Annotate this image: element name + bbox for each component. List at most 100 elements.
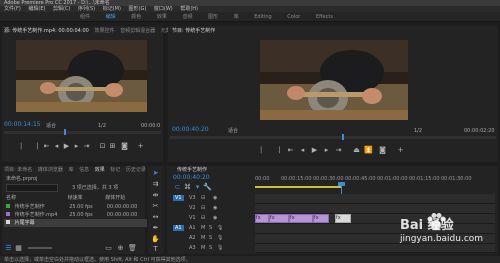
step-back-icon[interactable]: ◂ — [52, 142, 61, 150]
slip-tool-icon[interactable]: ↔ — [151, 213, 160, 221]
mute-button[interactable]: M — [201, 245, 205, 251]
mute-button[interactable]: M — [201, 225, 205, 231]
track-label[interactable]: A2 — [189, 235, 196, 241]
source-playhead[interactable] — [64, 129, 66, 135]
go-to-in-icon[interactable]: ⇤ — [286, 146, 295, 154]
video-clip[interactable]: fx — [255, 214, 269, 223]
go-to-in-icon[interactable]: ⇤ — [42, 142, 51, 150]
track-lane-v3[interactable] — [255, 194, 495, 204]
table-row-selected[interactable]: 片尾字幕 — [4, 219, 147, 227]
sync-lock-icon[interactable]: ⊟ — [201, 205, 205, 211]
audio-mixer-tab[interactable]: 音频剪辑混合器 — [120, 28, 155, 34]
info-tab[interactable]: 信息 — [79, 167, 89, 173]
project-tab[interactable]: 项目: 未命名 — [4, 167, 32, 173]
mic-icon[interactable]: 🎙 — [217, 225, 223, 231]
program-scrub-bar[interactable] — [170, 136, 496, 139]
video-clip[interactable]: fx — [269, 214, 289, 223]
linked-selection-icon[interactable]: ⌘ — [183, 183, 192, 191]
go-to-out-icon[interactable]: ⇥ — [334, 146, 343, 154]
pen-tool-icon[interactable]: ✒ — [151, 224, 160, 232]
track-label[interactable]: V2 — [189, 205, 196, 211]
program-timecode[interactable]: 00:00:40:20 — [172, 127, 209, 133]
go-to-out-icon[interactable]: ⇥ — [82, 142, 91, 150]
toggle-output-icon[interactable]: ◉ — [213, 195, 217, 201]
track-label[interactable]: A3 — [189, 245, 196, 251]
project-search-input[interactable] — [6, 184, 58, 192]
timeline-timecode[interactable]: 00:00:40:20 — [173, 175, 210, 181]
source-tab[interactable]: 源: 传统手艺制作.mp4: 00:00:04:00 — [4, 28, 89, 34]
solo-button[interactable]: S — [209, 225, 212, 231]
workspace-tab[interactable]: 图形 — [208, 14, 218, 20]
track-target-v1[interactable]: V1 — [173, 195, 184, 201]
wrench-icon[interactable]: 🔧 — [203, 183, 212, 191]
media-browser-tab[interactable]: 媒体浏览器 — [38, 167, 63, 173]
source-fit-select[interactable]: 适合 — [46, 123, 56, 129]
extract-icon[interactable]: ⏫ — [364, 146, 373, 154]
workspace-tab[interactable]: Color — [287, 14, 300, 20]
workspace-tab[interactable]: Editing — [254, 14, 271, 20]
insert-icon[interactable]: ⊡ — [98, 142, 107, 150]
add-button-icon[interactable]: + — [396, 146, 405, 154]
step-forward-icon[interactable]: ▸ — [72, 142, 81, 150]
workspace-tab-active[interactable]: 编辑 — [106, 14, 116, 20]
solo-button[interactable]: S — [209, 235, 212, 241]
list-view-icon[interactable]: ☰ — [4, 244, 13, 252]
mark-out-icon[interactable]: ⎹ — [30, 142, 39, 150]
effects-tab[interactable]: 效果 — [95, 167, 105, 173]
title-clip[interactable]: fx — [335, 214, 351, 223]
ripple-edit-icon[interactable]: ⇹ — [151, 191, 160, 199]
column-start[interactable]: 媒体开始 — [105, 195, 125, 201]
step-forward-icon[interactable]: ▸ — [322, 146, 331, 154]
new-bin-icon[interactable]: ▭ — [104, 244, 113, 252]
add-marker-icon[interactable]: ▾ — [193, 183, 202, 191]
column-name[interactable]: 名称 — [6, 195, 66, 201]
program-resolution-select[interactable]: 1/2 — [414, 128, 422, 134]
track-select-icon[interactable]: ⇉ — [151, 180, 160, 188]
track-label[interactable]: V1 — [189, 215, 196, 221]
timeline-ruler[interactable]: 00:00 00:00:15:00 00:00:30:00 00:00:45:0… — [255, 176, 495, 184]
mark-out-icon[interactable]: ⎹ — [272, 146, 281, 154]
effect-controls-tab[interactable]: 效果控件 — [94, 28, 114, 34]
camera-icon[interactable]: ◙ — [378, 146, 387, 154]
add-button-icon[interactable]: + — [136, 142, 145, 150]
markers-tab[interactable]: 标记 — [110, 167, 120, 173]
workspace-tab[interactable]: 库 — [234, 14, 239, 20]
sync-lock-icon[interactable]: ⊟ — [201, 195, 205, 201]
video-clip[interactable]: fx — [313, 214, 329, 223]
libraries-tab[interactable]: 库 — [68, 167, 73, 173]
mark-in-icon[interactable]: ⎸ — [260, 146, 269, 154]
workspace-tab[interactable]: 效果 — [157, 14, 167, 20]
track-label[interactable]: V3 — [189, 195, 196, 201]
track-target-a1[interactable]: A1 — [173, 225, 184, 231]
new-item-icon[interactable]: ⊕ — [116, 244, 125, 252]
workspace-tab[interactable]: 颜色 — [131, 14, 141, 20]
razor-tool-icon[interactable]: ✂ — [151, 202, 160, 210]
program-fit-select[interactable]: 适合 — [228, 128, 238, 134]
toggle-output-icon[interactable]: ◉ — [213, 215, 217, 221]
timeline-playhead-handle[interactable] — [338, 182, 345, 186]
source-timecode[interactable]: 00:00:14:15 — [4, 122, 41, 128]
mark-in-icon[interactable]: ⎸ — [20, 142, 29, 150]
hand-tool-icon[interactable]: ✋ — [151, 235, 160, 243]
work-area-bar[interactable] — [255, 186, 341, 188]
lift-icon[interactable]: ⏏ — [352, 146, 361, 154]
camera-icon[interactable]: ◙ — [120, 142, 129, 150]
selection-tool-icon[interactable]: ➤ — [151, 169, 160, 177]
workspace-tab[interactable]: Effects — [316, 14, 333, 20]
mute-button[interactable]: M — [201, 235, 205, 241]
mic-icon[interactable]: 🎙 — [217, 245, 223, 251]
workspace-tab[interactable]: 组件 — [80, 14, 90, 20]
play-icon[interactable]: ▶ — [310, 146, 319, 154]
source-scrub-bar[interactable] — [4, 131, 161, 134]
mic-icon[interactable]: 🎙 — [217, 235, 223, 241]
table-row[interactable]: 传统手艺制作 25.00 fps 00:00:00:00 — [6, 204, 143, 210]
solo-button[interactable]: S — [209, 245, 212, 251]
toggle-output-icon[interactable]: ◉ — [213, 205, 217, 211]
trash-icon[interactable]: 🗑 — [128, 244, 137, 252]
source-resolution-select[interactable]: 1/2 — [98, 123, 106, 129]
snap-icon[interactable]: ⊂ — [173, 183, 182, 191]
overwrite-icon[interactable]: ⊞ — [108, 142, 117, 150]
program-tab[interactable]: 节目: 传统手艺制作 — [172, 28, 215, 34]
history-tab[interactable]: 历史记录 — [126, 167, 146, 173]
video-clip[interactable]: fx — [289, 214, 313, 223]
